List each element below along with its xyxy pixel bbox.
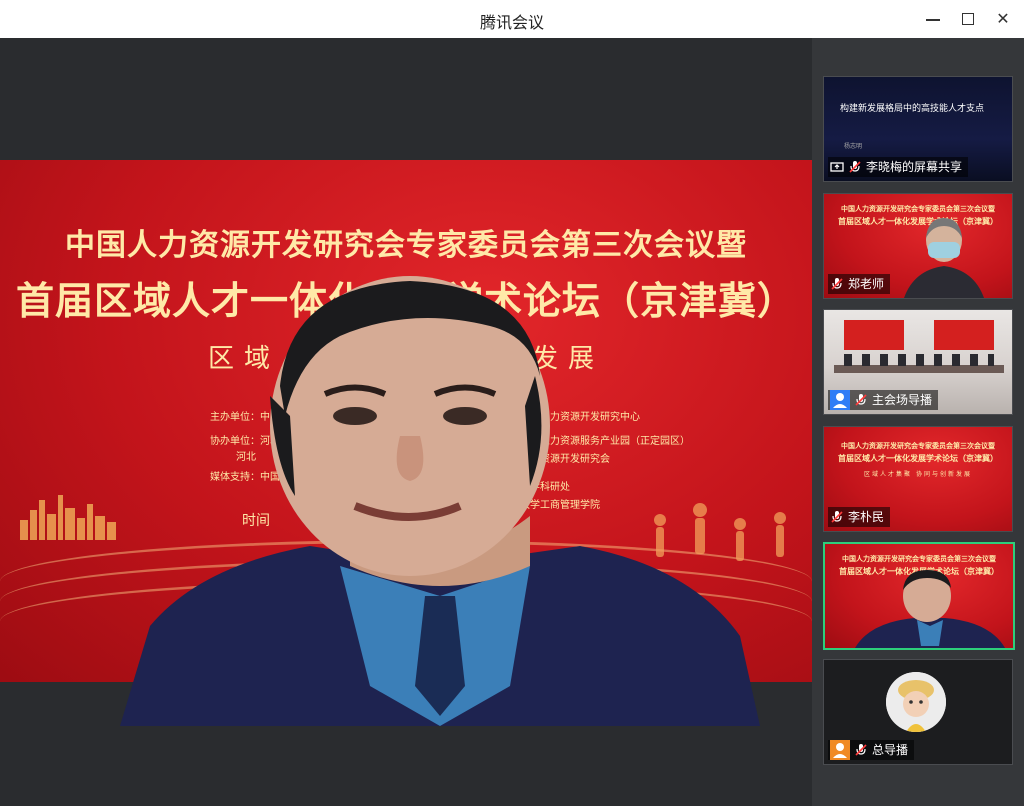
room-banner [934, 320, 994, 350]
mini-banner-line1: 中国人力资源开发研究会专家委员会第三次会议暨 [842, 555, 996, 563]
participant-name: 总导播 [872, 743, 909, 757]
room-table [834, 365, 1004, 373]
participant-name: 李朴民 [848, 510, 885, 524]
participant-tile[interactable]: 构建新发展格局中的高技能人才支点 杨志明 李晓梅的屏幕共享 [823, 76, 1013, 182]
speaker-video [120, 276, 760, 726]
title-bar: 腾讯会议 ✕ [0, 0, 1024, 39]
banner-title-line1: 中国人力资源开发研究会专家委员会第三次会议暨 [65, 228, 747, 263]
participant-label: 郑老师 [828, 274, 891, 294]
participant-tile[interactable]: 主会场导播 [823, 309, 1013, 415]
mini-banner-line1: 中国人力资源开发研究会专家委员会第三次会议暨 [841, 442, 995, 450]
mic-muted-icon [855, 744, 867, 756]
participant-sidebar[interactable]: 构建新发展格局中的高技能人才支点 杨志明 李晓梅的屏幕共享 中国人力资源开发研究… [812, 38, 1024, 806]
share-author: 杨志明 [844, 143, 863, 150]
mic-muted-icon [831, 511, 843, 523]
participant-label: 总导播 [828, 740, 915, 760]
profile-avatar [886, 672, 946, 732]
participant-name: 郑老师 [848, 277, 885, 291]
mini-banner-line3: 区域人才集聚 协同与创新发展 [864, 471, 972, 478]
participant-label: 主会场导播 [828, 390, 939, 410]
mic-muted-icon [855, 394, 867, 406]
user-avatar-icon [830, 390, 850, 410]
participant-label: 李晓梅的屏幕共享 [828, 157, 969, 177]
screen-share-icon [830, 162, 844, 172]
window-title: 腾讯会议 [479, 13, 544, 32]
maximize-icon[interactable] [955, 7, 981, 31]
user-avatar-icon [830, 740, 850, 760]
share-title: 构建新发展格局中的高技能人才支点 [840, 104, 985, 114]
participant-tile[interactable]: 总导播 [823, 659, 1013, 765]
person-video [855, 570, 1005, 648]
participant-tile[interactable]: 中国人力资源开发研究会专家委员会第三次会议暨 首届区域人才一体化发展学术论坛（京… [823, 193, 1013, 299]
baby-avatar-icon [886, 672, 946, 732]
participant-name: 李晓梅的屏幕共享 [866, 160, 963, 174]
mini-banner-line2: 首届区域人才一体化发展学术论坛（京津冀） [838, 454, 998, 463]
participant-tile-active[interactable]: 中国人力资源开发研究会专家委员会第三次会议暨 首届区域人才一体化发展学术论坛（京… [823, 542, 1015, 650]
room-people [844, 354, 994, 366]
room-banner [844, 320, 904, 350]
close-icon[interactable]: ✕ [990, 7, 1016, 31]
person-video [904, 218, 984, 298]
participant-tile[interactable]: 中国人力资源开发研究会专家委员会第三次会议暨 首届区域人才一体化发展学术论坛（京… [823, 426, 1013, 532]
minimize-icon[interactable] [920, 7, 946, 31]
main-video-stage[interactable]: 中国人力资源开发研究会专家委员会第三次会议暨 首届区域人才一体化发展学术论坛（京… [0, 38, 812, 806]
participant-name: 主会场导播 [872, 393, 933, 407]
participant-label: 李朴民 [828, 507, 891, 527]
mic-muted-icon [831, 278, 843, 290]
mic-muted-icon [849, 161, 861, 173]
